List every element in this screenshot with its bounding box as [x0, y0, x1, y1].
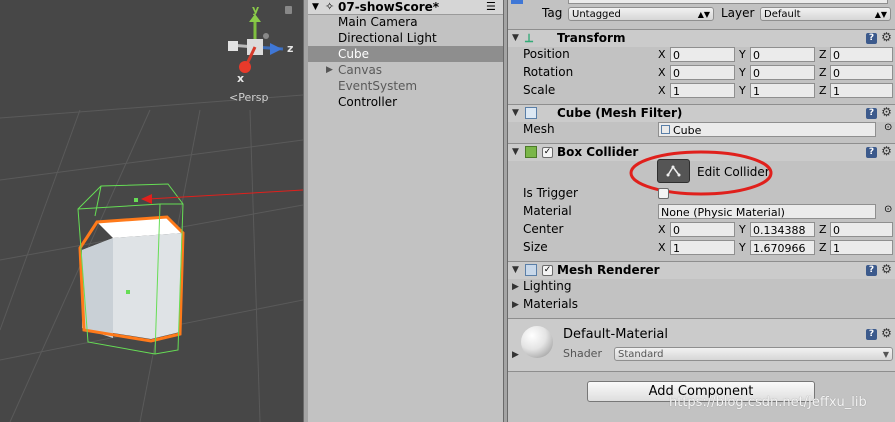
center-z-field[interactable]: 0	[830, 222, 893, 237]
scene-name: 07-showScore*	[338, 0, 440, 14]
transform-icon: ⟂	[525, 31, 534, 45]
size-z-field[interactable]: 1	[830, 240, 893, 255]
orientation-gizmo	[228, 14, 284, 73]
material-preview-sphere	[521, 326, 553, 358]
size-x-field[interactable]: 1	[670, 240, 735, 255]
help-icon[interactable]: ?	[866, 108, 877, 119]
hierarchy-item-main-camera[interactable]: Main Camera	[308, 14, 503, 30]
collapse-arrow-icon[interactable]: ▼	[512, 105, 519, 122]
collapse-arrow-icon[interactable]: ▼	[512, 262, 519, 279]
gear-icon[interactable]: ⚙	[881, 31, 892, 43]
mesh-object-field[interactable]: Cube	[658, 122, 876, 137]
mesh-filter-icon	[525, 107, 537, 119]
mesh-renderer-header[interactable]: ▼ ✓ Mesh Renderer ? ⚙	[508, 261, 895, 279]
scale-x-field[interactable]: 1	[670, 83, 735, 98]
unity-scene-icon: ✧	[325, 0, 335, 13]
gear-icon[interactable]: ⚙	[881, 327, 892, 339]
expand-arrow-icon[interactable]: ▶	[512, 350, 519, 360]
perspective-toggle[interactable]: <Persp	[229, 91, 268, 104]
help-icon[interactable]: ?	[866, 265, 877, 276]
hierarchy-item-cube[interactable]: Cube	[308, 46, 503, 62]
scene-canvas[interactable]	[0, 0, 303, 422]
expand-arrow-icon[interactable]: ▶	[512, 300, 519, 310]
mesh-label: Mesh	[523, 122, 555, 136]
position-y-field[interactable]: 0	[750, 47, 815, 62]
gear-icon[interactable]: ⚙	[881, 145, 892, 157]
axis-label-x: x	[237, 72, 245, 85]
collapse-arrow-icon[interactable]: ▼	[512, 144, 519, 161]
tag-dropdown[interactable]: Untagged ▲▼	[568, 7, 714, 21]
is-trigger-label: Is Trigger	[523, 186, 578, 200]
inspector-panel: Tag Untagged ▲▼ Layer Default ▲▼ ▼ ⟂ Trans…	[508, 0, 895, 422]
scale-y-field[interactable]: 1	[750, 83, 815, 98]
tag-label: Tag	[542, 6, 563, 20]
layer-dropdown[interactable]: Default ▲▼	[760, 7, 891, 21]
annotation-circle	[629, 150, 773, 196]
material-name: Default-Material	[563, 327, 669, 342]
component-title: Cube (Mesh Filter)	[557, 106, 683, 120]
is-trigger-checkbox[interactable]	[658, 188, 669, 199]
box-collider-icon	[525, 146, 537, 158]
scene-menu-icon[interactable]: ☰	[486, 0, 496, 14]
cube-object	[78, 215, 185, 343]
object-picker-icon[interactable]: ⊙	[884, 122, 892, 133]
hierarchy-panel: ▼ ✧ 07-showScore* ☰ Main Camera Directio…	[308, 0, 503, 422]
hierarchy-item-controller[interactable]: Controller	[308, 94, 503, 110]
shader-dropdown[interactable]: Standard ▼	[614, 347, 893, 361]
gameobject-name-field[interactable]	[568, 0, 888, 4]
hierarchy-item-eventsystem[interactable]: EventSystem	[308, 78, 503, 94]
layer-label: Layer	[721, 6, 755, 20]
rotation-x-field[interactable]: 0	[670, 65, 735, 80]
rotation-z-field[interactable]: 0	[830, 65, 893, 80]
center-y-field[interactable]: 0.134388	[750, 222, 815, 237]
size-y-field[interactable]: 1.670966	[750, 240, 815, 255]
component-title: Transform	[557, 31, 626, 45]
hierarchy-item-canvas[interactable]: ▶ Canvas	[308, 62, 503, 78]
enabled-checkbox[interactable]: ✓	[542, 147, 553, 158]
gear-icon[interactable]: ⚙	[881, 106, 892, 118]
material-label: Material	[523, 204, 572, 218]
expand-arrow-icon[interactable]: ▼	[312, 0, 319, 14]
component-title: Mesh Renderer	[557, 263, 660, 277]
shader-label: Shader	[563, 347, 602, 360]
expand-arrow-icon[interactable]: ▶	[512, 282, 519, 292]
dropdown-arrow-icon: ▼	[882, 350, 889, 359]
collapse-arrow-icon[interactable]: ▼	[512, 30, 519, 47]
annotation-arrow-line	[147, 189, 303, 200]
help-icon[interactable]: ?	[866, 33, 877, 44]
axis-label-y: y	[252, 3, 260, 16]
center-x-field[interactable]: 0	[670, 222, 735, 237]
scale-z-field[interactable]: 1	[830, 83, 893, 98]
watermark-text: https://blog.csdn.net/Jeffxu_lib	[669, 395, 867, 410]
help-icon[interactable]: ?	[866, 147, 877, 158]
hierarchy-item-directional-light[interactable]: Directional Light	[308, 30, 503, 46]
axis-label-z: z	[287, 42, 294, 55]
object-picker-icon[interactable]: ⊙	[884, 204, 892, 215]
mesh-filter-header[interactable]: ▼ Cube (Mesh Filter) ? ⚙	[508, 104, 895, 122]
annotation-arrowhead	[141, 194, 152, 204]
position-z-field[interactable]: 0	[830, 47, 893, 62]
gear-icon[interactable]: ⚙	[881, 263, 892, 275]
scene-header[interactable]: ▼ ✧ 07-showScore* ☰	[308, 0, 503, 15]
dropdown-arrow-icon: ▲▼	[697, 10, 710, 19]
dropdown-arrow-icon: ▲▼	[874, 10, 887, 19]
lock-icon[interactable]	[285, 6, 292, 14]
material-section: ▶ Default-Material Shader Standard ▼ ? ⚙	[508, 318, 895, 372]
position-x-field[interactable]: 0	[670, 47, 735, 62]
mesh-icon	[661, 125, 670, 134]
expand-arrow-icon[interactable]: ▶	[326, 62, 333, 78]
transform-header[interactable]: ▼ ⟂ Transform ? ⚙	[508, 29, 895, 47]
enabled-checkbox[interactable]: ✓	[542, 265, 553, 276]
mesh-renderer-icon	[525, 264, 537, 276]
physic-material-field[interactable]: None (Physic Material)	[658, 204, 876, 219]
rotation-y-field[interactable]: 0	[750, 65, 815, 80]
scene-view[interactable]: y z x <Persp	[0, 0, 303, 422]
help-icon[interactable]: ?	[866, 329, 877, 340]
gameobject-icon	[511, 0, 523, 4]
